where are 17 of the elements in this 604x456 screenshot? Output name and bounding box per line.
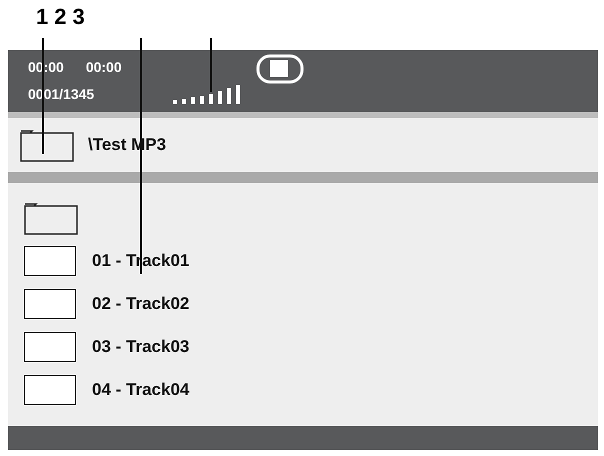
stop-icon — [256, 54, 304, 84]
file-icon — [24, 246, 76, 276]
callout-number: 3 — [72, 4, 85, 30]
track-name[interactable]: 02 - Track02 — [92, 291, 190, 317]
file-icon — [24, 289, 76, 319]
leader-line — [210, 38, 212, 92]
folder-icon — [24, 201, 78, 235]
track-counter: 0001/1345 — [28, 85, 96, 104]
file-icon — [24, 375, 76, 405]
track-name[interactable]: 04 - Track04 — [92, 377, 190, 403]
elapsed-time: 00:00 — [28, 58, 64, 77]
file-icon — [24, 332, 76, 362]
callout-number: 2 — [54, 4, 66, 30]
folder-icon — [20, 128, 74, 162]
callout-number: 1 — [36, 4, 48, 30]
total-time: 00:00 — [86, 58, 122, 77]
track-name[interactable]: 03 - Track03 — [92, 334, 190, 360]
